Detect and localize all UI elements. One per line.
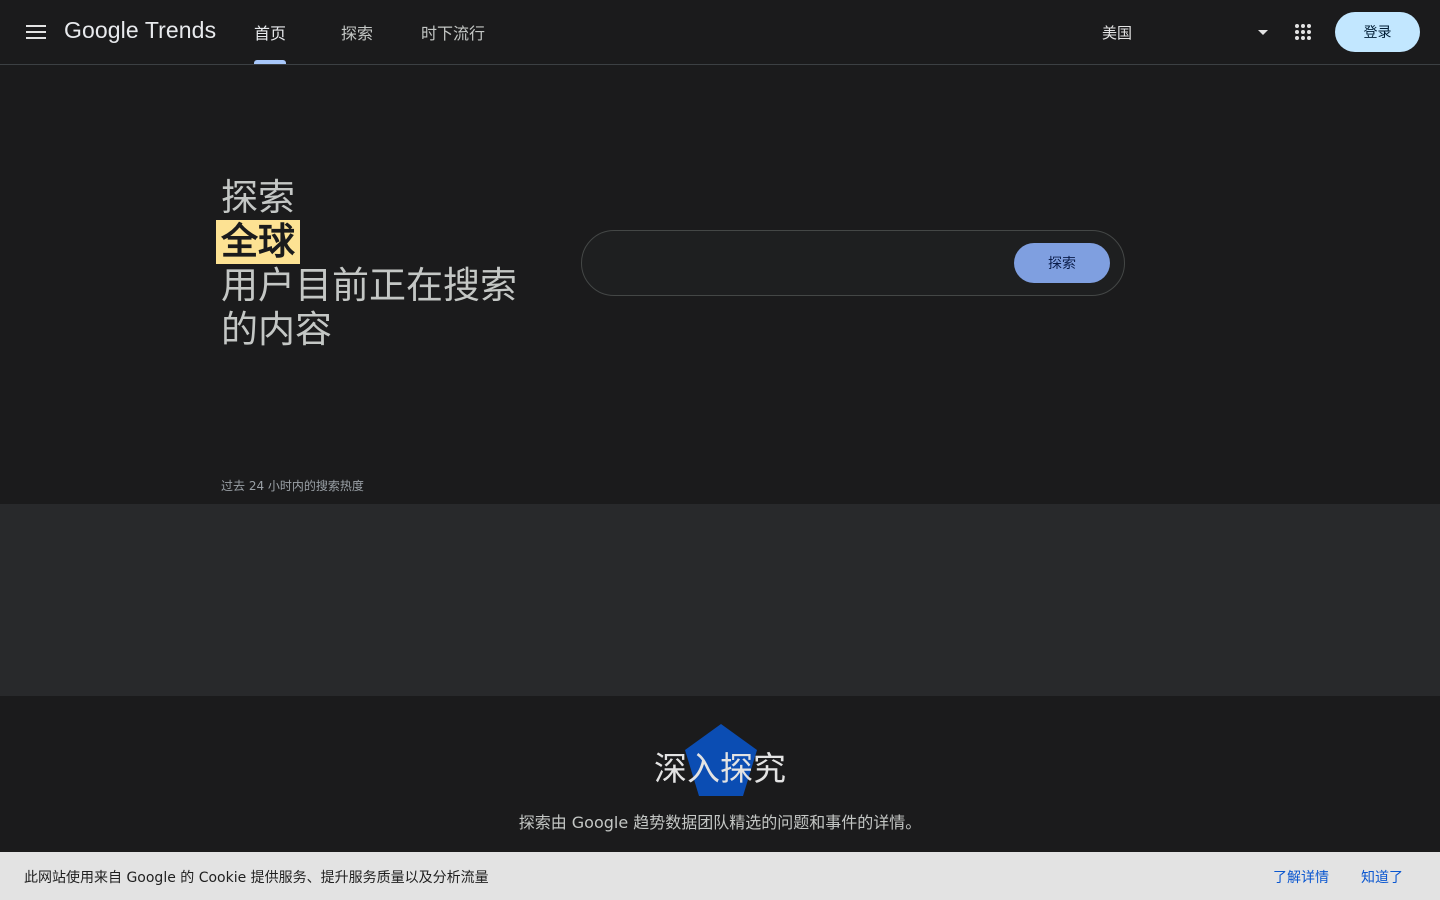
cookie-ok-button[interactable]: 知道了	[1361, 867, 1403, 887]
tab-explore[interactable]: 探索	[341, 0, 373, 64]
google-trends-logo[interactable]: Google Trends	[64, 17, 216, 44]
active-tab-indicator	[254, 60, 286, 64]
region-selector[interactable]: 美国	[1102, 16, 1268, 48]
cookie-banner: 此网站使用来自 Google 的 Cookie 提供服务、提升服务质量以及分析流…	[0, 852, 1440, 900]
sign-in-button[interactable]: 登录	[1335, 12, 1420, 52]
trending-searches-band	[0, 504, 1440, 696]
tab-home[interactable]: 首页	[254, 0, 286, 64]
hamburger-menu-icon	[26, 25, 46, 39]
region-label: 美国	[1102, 23, 1133, 42]
google-apps-button[interactable]	[1287, 16, 1319, 48]
main-menu-button[interactable]	[20, 16, 52, 48]
hero-heading: 探索 全球 用户目前正在搜索的内容	[216, 176, 521, 352]
search-input[interactable]	[606, 243, 1006, 283]
tab-trending-now[interactable]: 时下流行	[421, 0, 485, 64]
search-box: 探索	[581, 230, 1125, 296]
explore-search-button[interactable]: 探索	[1014, 243, 1110, 283]
caret-down-icon	[1258, 29, 1268, 35]
trend-caption: 过去 24 小时内的搜索热度	[221, 479, 364, 493]
apps-grid-icon	[1295, 24, 1311, 40]
cookie-learn-more-link[interactable]: 了解详情	[1273, 867, 1329, 887]
cookie-notice-text: 此网站使用来自 Google 的 Cookie 提供服务、提升服务质量以及分析流…	[24, 870, 489, 886]
hero-line-explore: 探索	[221, 176, 295, 219]
hero-line-content: 用户目前正在搜索的内容	[221, 264, 517, 351]
deep-dive-title: 深入探究	[654, 749, 786, 788]
deep-dive-subtitle: 探索由 Google 趋势数据团队精选的问题和事件的详情。	[518, 813, 922, 832]
hero-highlight-global: 全球	[216, 220, 300, 264]
top-app-bar: Google Trends 首页 探索 时下流行 美国 登录	[0, 0, 1440, 65]
